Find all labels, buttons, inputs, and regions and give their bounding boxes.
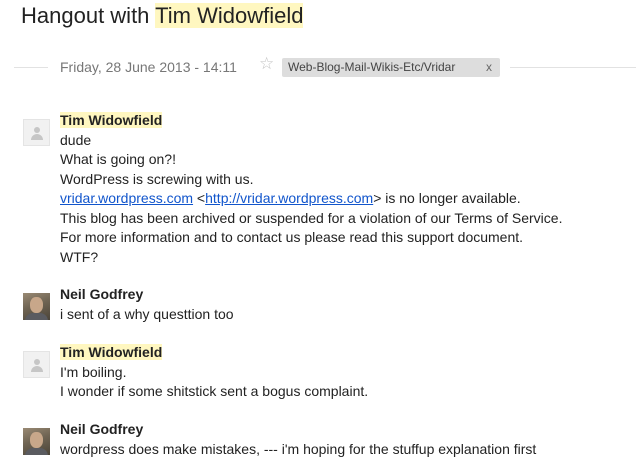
message-body: Tim Widowfield dude What is going on?! W… xyxy=(60,111,562,267)
avatar-photo-icon xyxy=(23,293,50,320)
message-line: i sent of a why questtion too xyxy=(60,305,234,322)
title-prefix: Hangout with xyxy=(21,3,156,28)
link-text-close: > is no longer available. xyxy=(373,190,521,206)
conversation-title: Hangout with Tim Widowfield xyxy=(21,2,304,30)
divider-right xyxy=(510,67,636,68)
remove-label-button[interactable]: x xyxy=(486,58,492,77)
avatar-default-icon xyxy=(23,351,50,378)
message-line: This blog has been archived or suspended… xyxy=(60,209,563,226)
message-line: What is going on?! xyxy=(60,151,176,167)
avatar-photo-icon xyxy=(23,428,50,455)
label-chip-text: Web-Blog-Mail-Wikis-Etc/Vridar xyxy=(288,60,456,74)
sender-name: Tim Widowfield xyxy=(60,344,163,360)
sender-name: Neil Godfrey xyxy=(60,286,144,302)
message-body: Tim Widowfield I'm boiling. I wonder if … xyxy=(60,343,368,402)
message-line: For more information and to contact us p… xyxy=(60,229,524,245)
message-body: Neil Godfrey i sent of a why questtion t… xyxy=(60,285,234,324)
vridar-url-link[interactable]: http://vridar.wordpress.com xyxy=(205,190,373,206)
message-line: WordPress is screwing with us. xyxy=(60,170,254,187)
star-icon[interactable]: ☆ xyxy=(259,55,274,73)
title-contact-name: Tim Widowfield xyxy=(155,3,304,28)
divider-left xyxy=(14,67,48,68)
message-line: wordpress does make mistakes, --- i'm ho… xyxy=(60,440,537,457)
label-chip[interactable]: Web-Blog-Mail-Wikis-Etc/Vridar x xyxy=(282,58,500,77)
link-text-open: < xyxy=(193,190,206,206)
vridar-link[interactable]: vridar.wordpress.com xyxy=(60,190,193,206)
message-body: Neil Godfrey wordpress does make mistake… xyxy=(60,420,536,459)
message-line: I'm boiling. xyxy=(60,363,127,380)
message-line: WTF? xyxy=(60,248,99,265)
message-line-with-links: vridar.wordpress.com <http://vridar.word… xyxy=(60,189,562,209)
conversation-date: Friday, 28 June 2013 - 14:11 xyxy=(60,59,237,75)
avatar-default-icon xyxy=(23,119,50,146)
sender-name: Neil Godfrey xyxy=(60,421,144,437)
message-line: I wonder if some shitstick sent a bogus … xyxy=(60,383,369,399)
message-line: dude xyxy=(60,131,92,148)
message-meta-row: Friday, 28 June 2013 - 14:11 ☆ Web-Blog-… xyxy=(14,55,636,78)
sender-name: Tim Widowfield xyxy=(60,112,163,128)
